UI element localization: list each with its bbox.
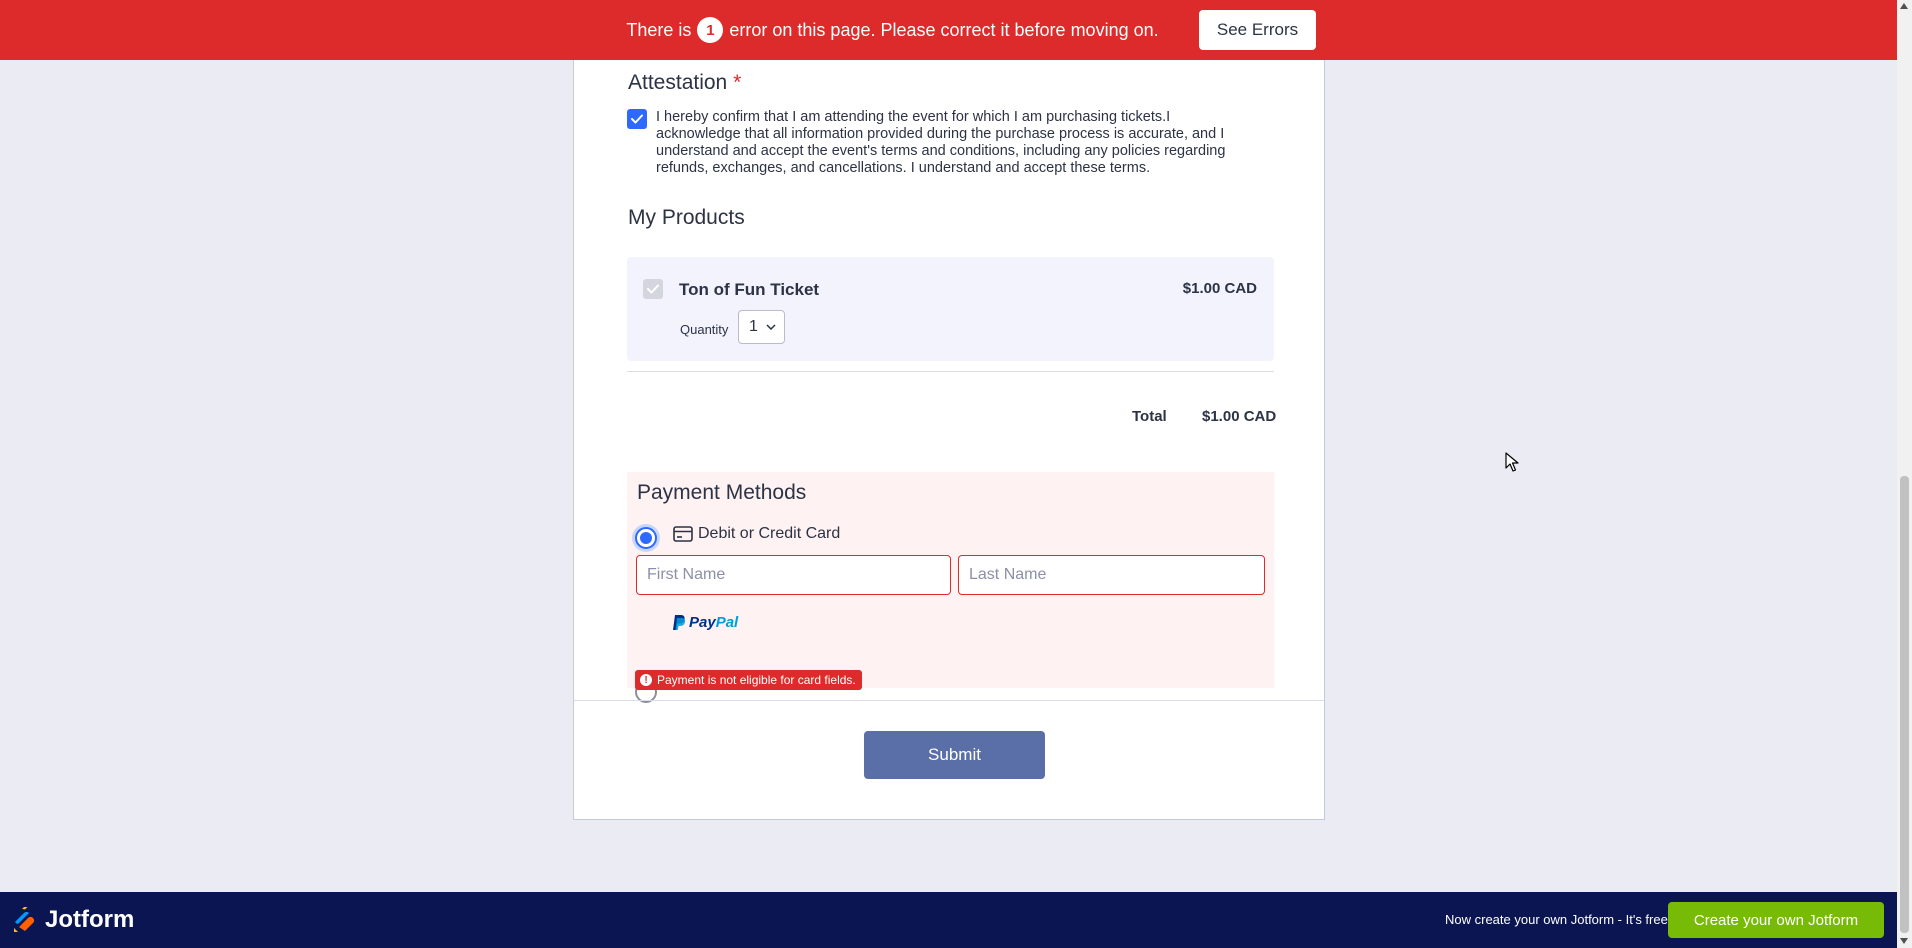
paypal-logo: PayPal: [672, 614, 738, 631]
footer-message: Now create your own Jotform - It's free!: [1445, 912, 1672, 927]
product-item: Ton of Fun Ticket $1.00 CAD Quantity 1: [627, 257, 1274, 361]
error-suffix: error on this page. Please correct it be…: [729, 19, 1159, 40]
error-prefix: There is: [626, 19, 692, 40]
form-card: Attestation * I hereby confirm that I am…: [573, 55, 1325, 820]
quantity-value: 1: [749, 318, 758, 335]
scroll-up-icon[interactable]: [1900, 3, 1908, 9]
attestation-title: Attestation *: [628, 71, 741, 95]
products-title: My Products: [628, 206, 745, 229]
total-label: Total: [1132, 408, 1167, 425]
paypal-icon: [673, 615, 686, 630]
card-option-label: Debit or Credit Card: [698, 525, 841, 542]
error-count-badge: 1: [697, 17, 724, 43]
card-radio[interactable]: [635, 527, 657, 549]
payment-error-text: Payment is not eligible for card fields.: [657, 673, 856, 687]
paypal-pay-text: Pay: [689, 614, 716, 631]
page-scrollbar[interactable]: [1897, 0, 1912, 948]
alert-icon: !: [640, 674, 652, 686]
total-value: $1.00 CAD: [1202, 408, 1277, 425]
required-mark: *: [733, 71, 742, 94]
product-name: Ton of Fun Ticket: [679, 280, 820, 299]
product-checkbox[interactable]: [643, 279, 663, 299]
mouse-cursor-icon: [1505, 452, 1519, 472]
attestation-text: I hereby confirm that I am attending the…: [656, 109, 1226, 176]
payment-methods-section: Payment Methods Debit or Credit Card Pay…: [627, 472, 1274, 703]
paypal-pal-text: Pal: [715, 614, 739, 631]
products-divider: [627, 371, 1274, 372]
submit-button[interactable]: Submit: [864, 731, 1045, 779]
payment-error-message: ! Payment is not eligible for card field…: [635, 670, 862, 690]
attestation-title-text: Attestation: [628, 71, 728, 94]
chevron-down-icon: [766, 324, 776, 330]
create-jotform-button[interactable]: Create your own Jotform: [1668, 902, 1884, 938]
quantity-select[interactable]: 1: [738, 310, 785, 344]
product-price: $1.00 CAD: [1182, 280, 1257, 297]
payment-methods-title: Payment Methods: [637, 481, 807, 504]
scroll-down-icon[interactable]: [1900, 938, 1908, 944]
checkmark-icon: [631, 114, 643, 124]
jotform-brand: Jotform: [45, 906, 135, 933]
last-name-field[interactable]: [958, 555, 1265, 595]
checkmark-icon: [647, 284, 659, 294]
credit-card-icon: [673, 526, 693, 542]
attestation-checkbox[interactable]: [627, 109, 647, 129]
error-banner: There is 1 error on this page. Please co…: [0, 0, 1897, 60]
jotform-logo-icon: [14, 907, 35, 932]
first-name-field[interactable]: [636, 555, 951, 595]
jotform-logo[interactable]: Jotform: [13, 906, 134, 934]
error-message: There is 1 error on this page. Please co…: [626, 17, 1159, 43]
submit-divider: [574, 700, 1324, 701]
see-errors-button[interactable]: See Errors: [1199, 10, 1316, 50]
jotform-footer: Jotform Now create your own Jotform - It…: [0, 892, 1897, 948]
scroll-thumb[interactable]: [1900, 476, 1909, 933]
quantity-label: Quantity: [680, 322, 729, 337]
